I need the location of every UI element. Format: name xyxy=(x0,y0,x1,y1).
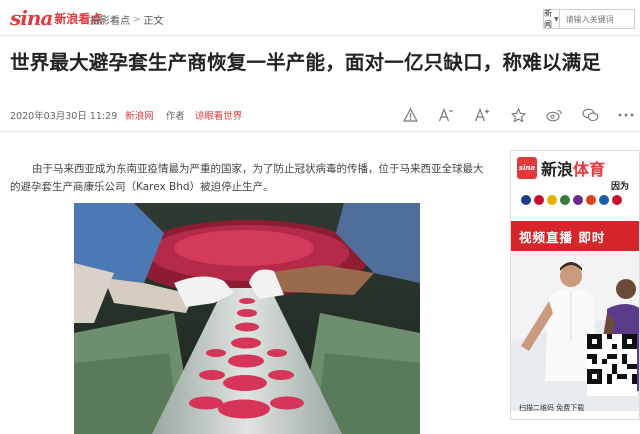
breadcrumb-item-current: 正文 xyxy=(143,16,164,27)
ad-subtitle: 因为 xyxy=(611,182,630,192)
article-body-paragraph: 由于马来西亚成为东南亚疫情最为严重的国家，为了防止冠状病毒的传播，位于马来西亚全… xyxy=(10,163,484,193)
breadcrumb: 摄影看点 > 正文 xyxy=(90,12,164,28)
chevron-down-icon: ▼ xyxy=(554,15,559,23)
ad-header: sina 新浪体育 因为 xyxy=(511,151,639,213)
sina-logo[interactable]: sina 新浪看点 xyxy=(10,6,102,30)
team-logos xyxy=(521,195,622,205)
ad-brand: 新浪体育 xyxy=(541,156,605,180)
breadcrumb-item-photo[interactable]: 摄影看点 xyxy=(90,12,130,27)
author-link[interactable]: 谅眼看世界 xyxy=(195,108,243,122)
team-logo-icon xyxy=(560,195,570,205)
wechat-share-icon[interactable] xyxy=(572,103,608,127)
logo-brand: sina xyxy=(10,6,53,30)
article-title: 世界最大避孕套生产商恢复一半产能，面对一亿只缺口，称难以满足 xyxy=(10,51,602,74)
weibo-share-icon[interactable] xyxy=(536,103,572,127)
publish-datetime: 2020年03月30日 11:29 xyxy=(10,111,118,122)
article-toolbar xyxy=(392,103,640,127)
team-logo-icon xyxy=(599,195,609,205)
report-icon[interactable] xyxy=(392,103,428,127)
team-logo-icon xyxy=(547,195,557,205)
search-category-label: 新闻 xyxy=(544,9,552,29)
team-logo-icon xyxy=(612,195,622,205)
article-meta: 2020年03月30日 11:29 新浪网 作者 谅眼看世界 xyxy=(10,103,640,127)
author-label: 作者 xyxy=(165,111,185,122)
search-box: 新闻 ▼ xyxy=(543,9,640,29)
ad-banner: 视频直播 即时 xyxy=(511,221,639,251)
ad-brand-prefix: 新浪 xyxy=(541,160,574,179)
team-logo-icon xyxy=(573,195,583,205)
meta-divider xyxy=(0,131,640,132)
qr-code xyxy=(587,334,637,396)
ad-logo-icon: sina xyxy=(517,157,537,179)
font-decrease-icon[interactable] xyxy=(428,103,464,127)
breadcrumb-separator: > xyxy=(133,14,141,25)
ad-qr-label: 扫描二维码 免费下载 xyxy=(519,404,585,412)
top-nav-bar: sina 新浪看点 摄影看点 > 正文 新闻 ▼ xyxy=(0,0,640,36)
team-logo-icon xyxy=(534,195,544,205)
font-increase-icon[interactable] xyxy=(464,103,500,127)
more-icon[interactable] xyxy=(608,103,640,127)
team-logo-icon xyxy=(521,195,531,205)
ad-brand-sports: 体育 xyxy=(573,160,606,179)
team-logo-icon xyxy=(586,195,596,205)
sidebar-ad[interactable]: sina 新浪体育 因为 视频直播 即时 扫描二维码 免费下载 xyxy=(510,150,640,420)
search-input[interactable] xyxy=(559,10,640,28)
search-category-select[interactable]: 新闻 ▼ xyxy=(544,9,560,29)
favorite-star-icon[interactable] xyxy=(500,103,536,127)
article-photo xyxy=(74,203,420,434)
source-link[interactable]: 新浪网 xyxy=(125,108,154,122)
